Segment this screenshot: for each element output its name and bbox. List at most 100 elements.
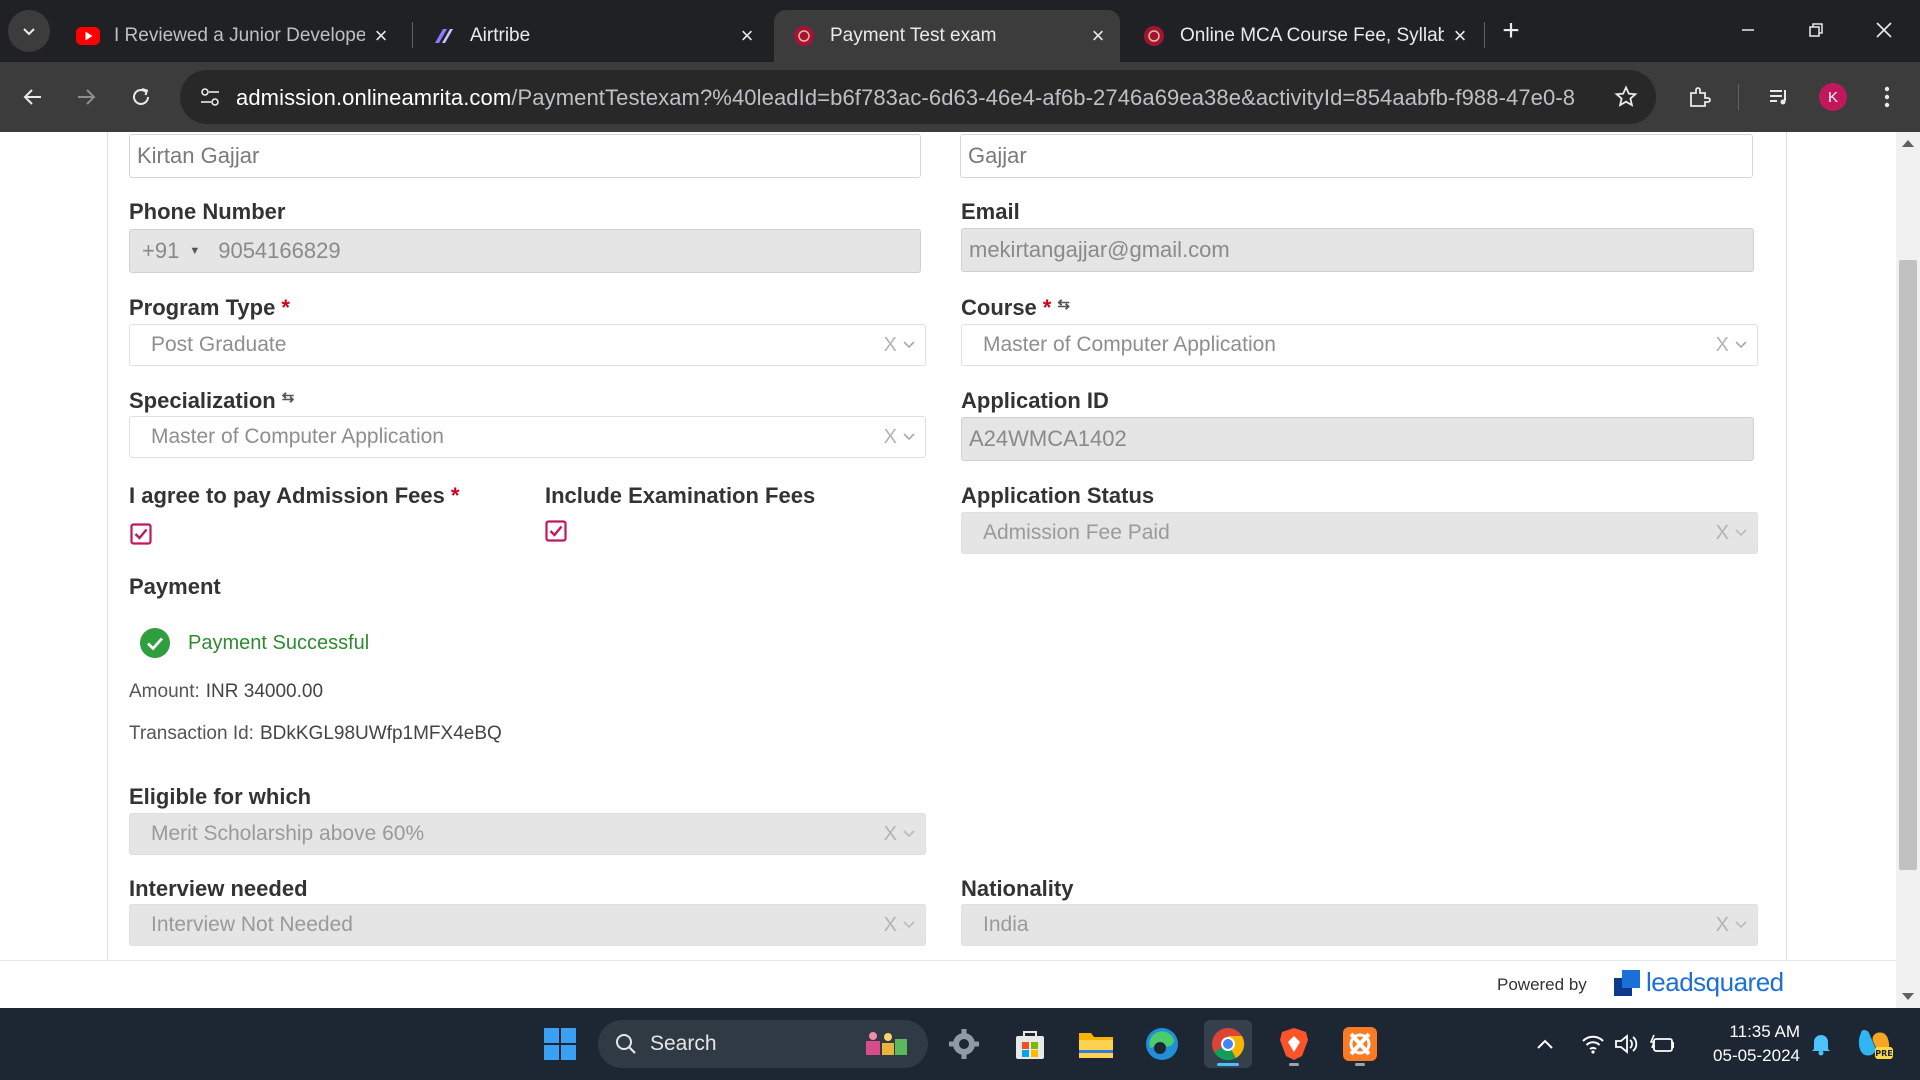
clear-icon[interactable]: X (884, 334, 897, 357)
media-control-button[interactable] (1756, 74, 1802, 120)
store-icon (1016, 1031, 1044, 1059)
taskbar-xampp[interactable] (1336, 1020, 1384, 1068)
minimize-icon (1742, 29, 1754, 31)
puzzle-icon (1690, 87, 1711, 107)
profile-button[interactable]: K (1810, 74, 1856, 120)
application-status-select[interactable]: Admission Fee Paid X (961, 512, 1758, 554)
bookmark-star-icon[interactable] (1610, 81, 1642, 113)
clear-icon: X (1715, 914, 1729, 936)
browser-toolbar: admission.onlineamrita.com/PaymentTestex… (0, 62, 1920, 132)
system-clock[interactable]: 11:35 AM 05-05-2024 (1690, 1020, 1800, 1068)
show-hidden-icons-button[interactable] (1532, 1008, 1558, 1080)
program-type-value: Post Graduate (151, 333, 287, 356)
minimize-button[interactable] (1724, 8, 1772, 52)
nationality-select[interactable]: India X (961, 904, 1758, 946)
reload-button[interactable] (118, 74, 164, 120)
taskbar-settings[interactable] (940, 1020, 988, 1068)
chevron-down-icon (901, 913, 917, 937)
first-name-field[interactable]: Kirtan Gajjar (129, 134, 921, 178)
scroll-down-arrow-icon[interactable] (1902, 993, 1914, 1000)
youtube-icon (76, 24, 100, 48)
arrow-right-icon (78, 89, 96, 105)
last-name-field[interactable]: Gajjar (960, 134, 1753, 178)
restore-button[interactable] (1792, 8, 1840, 52)
phone-field[interactable]: +91 ▼ 9054166829 (129, 229, 921, 273)
application-id-value: A24WMCA1402 (969, 426, 1127, 451)
taskbar-chrome[interactable] (1204, 1020, 1252, 1068)
new-tab-button[interactable]: + (1494, 14, 1528, 48)
start-button[interactable] (536, 1020, 584, 1068)
close-tab-icon[interactable]: × (731, 20, 763, 52)
taskbar-file-explorer[interactable] (1072, 1020, 1120, 1068)
battery-status[interactable] (1648, 1008, 1678, 1080)
chevron-down-icon[interactable] (901, 425, 917, 449)
clear-icon[interactable]: X (1716, 334, 1729, 357)
clear-icon: X (883, 914, 897, 936)
browser-tab-bar: I Reviewed a Junior Developer's × Airtri… (0, 0, 1920, 62)
xampp-icon (1343, 1027, 1377, 1061)
clear-icon: X (883, 823, 897, 845)
chevron-down-icon[interactable] (901, 333, 917, 357)
taskbar-edge[interactable] (1138, 1020, 1186, 1068)
phone-value: 9054166829 (218, 238, 341, 263)
arrow-left-icon (23, 89, 41, 105)
leadsquared-mark-icon (1614, 969, 1640, 996)
chrome-icon (1212, 1028, 1245, 1061)
back-button[interactable] (10, 74, 56, 120)
scroll-up-arrow-icon[interactable] (1902, 140, 1914, 147)
url-text[interactable]: admission.onlineamrita.com/PaymentTestex… (236, 85, 1576, 111)
volume-status[interactable] (1612, 1008, 1642, 1080)
tab-search-button[interactable] (8, 10, 50, 52)
interview-select[interactable]: Interview Not Needed X (129, 904, 926, 946)
leadsquared-logo[interactable]: leadsquared (1614, 967, 1784, 998)
application-id-field[interactable]: A24WMCA1402 (961, 417, 1754, 461)
specialization-value: Master of Computer Application (151, 425, 444, 448)
wifi-status[interactable] (1578, 1008, 1608, 1080)
tab-youtube[interactable]: I Reviewed a Junior Developer's × (58, 10, 403, 62)
site-info-icon[interactable] (194, 81, 226, 113)
eligible-label: Eligible for which (129, 784, 312, 809)
country-code-select[interactable]: +91 ▼ (130, 238, 218, 264)
payment-transaction: Transaction Id: BDkKGL98UWfp1MFX4eBQ (129, 723, 502, 745)
address-bar[interactable]: admission.onlineamrita.com/PaymentTestex… (180, 70, 1656, 124)
email-field[interactable]: mekirtangajjar@gmail.com (961, 228, 1754, 272)
close-tab-icon[interactable]: × (1444, 20, 1476, 52)
bell-icon (1812, 1035, 1830, 1056)
taskbar-store[interactable] (1006, 1020, 1054, 1068)
check-circle-icon (140, 628, 170, 658)
course-value: Master of Computer Application (983, 333, 1276, 356)
clear-icon[interactable]: X (884, 426, 897, 449)
taskbar-brave[interactable] (1270, 1020, 1318, 1068)
copilot-button[interactable]: PRE (1852, 1008, 1896, 1080)
close-window-button[interactable] (1860, 8, 1908, 52)
tab-title: Airtribe (470, 25, 531, 46)
close-tab-icon[interactable]: × (1082, 20, 1114, 52)
browser-menu-button[interactable] (1864, 74, 1910, 120)
amount-label: Amount: (129, 681, 200, 702)
scrollbar-thumb[interactable] (1899, 260, 1917, 870)
eligible-select[interactable]: Merit Scholarship above 60% X (129, 813, 926, 855)
agree-fees-checkbox[interactable] (130, 523, 152, 545)
page-scrollbar[interactable] (1896, 132, 1920, 1008)
tab-online-mca[interactable]: Online MCA Course Fee, Syllabu × (1124, 10, 1482, 62)
forward-button[interactable] (63, 74, 109, 120)
notifications-button[interactable] (1806, 1008, 1836, 1080)
tab-payment-test-exam[interactable]: Payment Test exam × (774, 10, 1120, 62)
running-indicator (1289, 1063, 1299, 1066)
interview-value: Interview Not Needed (151, 913, 353, 936)
nationality-label: Nationality (961, 876, 1074, 901)
program-type-select[interactable]: Post Graduate X (129, 324, 926, 366)
chevron-down-icon[interactable] (1733, 333, 1749, 357)
taskbar-search[interactable]: Search (598, 1020, 928, 1068)
extensions-button[interactable] (1676, 74, 1722, 120)
transaction-label: Transaction Id: (129, 723, 254, 744)
course-select[interactable]: Master of Computer Application X (961, 324, 1758, 366)
course-label: Course * ⇆ (961, 295, 1070, 321)
close-tab-icon[interactable]: × (365, 20, 397, 52)
specialization-select[interactable]: Master of Computer Application X (129, 416, 926, 458)
tab-separator (412, 22, 413, 48)
tab-airtribe[interactable]: Airtribe × (414, 10, 769, 62)
include-exam-fees-checkbox[interactable] (545, 520, 567, 542)
dependency-arrows-icon: ⇆ (281, 389, 295, 406)
running-indicator (1355, 1063, 1365, 1066)
